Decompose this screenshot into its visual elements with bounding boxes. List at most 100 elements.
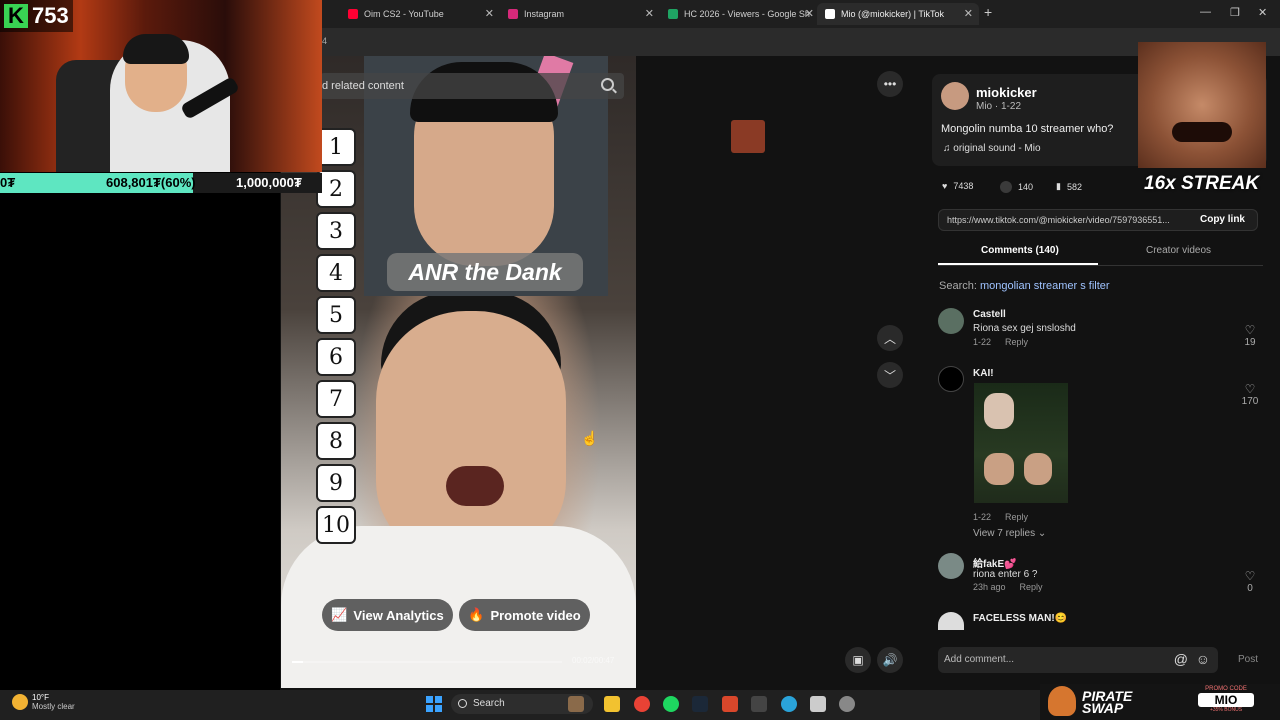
telegram-icon[interactable] xyxy=(781,696,797,712)
app-icon[interactable] xyxy=(751,696,767,712)
streak-overlay: 16x STREAK xyxy=(1144,173,1260,194)
temperature: 10°F xyxy=(32,693,49,702)
promote-video-button[interactable]: 🔥 Promote video xyxy=(459,599,590,631)
comment-button[interactable]: 140 xyxy=(1000,181,1033,193)
game-icon[interactable] xyxy=(568,696,584,712)
comment-author[interactable]: Castell xyxy=(973,309,1006,320)
goal-target: 1,000,000₮ xyxy=(236,175,302,190)
mention-icon[interactable]: @ xyxy=(1174,651,1188,667)
promo-label: PROMO CODE xyxy=(1205,686,1247,692)
address-bar[interactable]: 4 xyxy=(320,28,1280,56)
close-icon[interactable]: ✕ xyxy=(645,7,654,20)
file-explorer-icon[interactable] xyxy=(604,696,620,712)
weather-text: 10°F Mostly clear xyxy=(32,693,75,711)
mini-player-icon[interactable]: ▣ xyxy=(845,647,871,673)
chevron-down-icon[interactable]: ﹀ xyxy=(877,362,903,388)
avatar[interactable] xyxy=(941,82,969,110)
video-progress-bar[interactable] xyxy=(292,661,562,663)
rank-box: 2 xyxy=(316,170,356,208)
image-content xyxy=(984,393,1014,429)
copy-link-button[interactable]: Copy link xyxy=(1200,214,1245,225)
comment-search-suggestion[interactable]: Search: mongolian streamer s filter xyxy=(939,280,1110,292)
rank-box: 1 xyxy=(316,128,356,166)
comment-date: 1-22 xyxy=(973,512,992,522)
close-icon[interactable]: ✕ xyxy=(485,7,494,20)
search-label: Search: xyxy=(939,280,977,292)
comment-text: Riona sex gej snsloshd xyxy=(973,323,1076,334)
more-options-icon[interactable]: ••• xyxy=(877,71,903,97)
tab-youtube[interactable]: Oim CS2 - YouTube ✕ xyxy=(340,3,500,25)
comment-author[interactable]: FACELESS MAN!😊 xyxy=(973,613,1067,624)
heart-outline-icon: ♡ xyxy=(1244,323,1256,337)
image-content xyxy=(984,453,1014,485)
kick-logo-icon: K xyxy=(4,3,28,28)
comment-meta: 1-22 Reply xyxy=(973,337,1028,347)
view-replies-button[interactable]: View 7 replies ⌄ xyxy=(973,528,1046,539)
sponsor-banner: PIRATE SWAP PROMO CODE MIO +35% BONUS xyxy=(1040,684,1280,720)
viewer-count-badge: K 753 xyxy=(0,0,73,32)
like-button[interactable]: ♥ 7438 xyxy=(942,181,973,191)
comment-like[interactable]: ♡ 170 xyxy=(1240,382,1260,407)
comment-meta: 23h ago Reply xyxy=(973,582,1043,592)
new-tab-button[interactable]: + xyxy=(984,4,992,20)
avatar[interactable] xyxy=(938,366,964,392)
emoji-icon[interactable]: ☺ xyxy=(1196,651,1210,667)
windows-start-icon[interactable] xyxy=(426,696,442,712)
username[interactable]: miokicker xyxy=(976,85,1037,100)
reply-button[interactable]: Reply xyxy=(1020,582,1043,592)
view-analytics-button[interactable]: 📈 View Analytics xyxy=(322,599,453,631)
comment-like[interactable]: ♡ 19 xyxy=(1240,323,1260,348)
minimize-icon[interactable]: — xyxy=(1200,6,1211,18)
weather-widget[interactable]: 10°F Mostly clear xyxy=(12,693,75,711)
rank-box: 10 xyxy=(316,506,356,544)
calculator-icon[interactable] xyxy=(810,696,826,712)
spotify-icon[interactable] xyxy=(663,696,679,712)
video-timecode: 00:02/00:47 xyxy=(572,656,615,665)
tab-google-sheets[interactable]: HC 2026 - Viewers - Google Sh ✕ xyxy=(660,3,820,25)
button-label: Promote video xyxy=(490,607,581,623)
heart-outline-icon: ♡ xyxy=(1244,382,1256,396)
settings-gear-icon[interactable] xyxy=(839,696,855,712)
weather-icon xyxy=(12,694,28,710)
tab-tiktok[interactable]: Mio (@miokicker) | TikTok ✕ xyxy=(817,3,979,25)
steam-icon[interactable] xyxy=(692,696,708,712)
chevron-up-icon[interactable]: ︿ xyxy=(877,325,903,351)
button-label: View Analytics xyxy=(353,607,444,623)
restore-icon[interactable]: ❐ xyxy=(1230,6,1240,19)
instagram-icon xyxy=(508,9,518,19)
post-button[interactable]: Post xyxy=(1238,654,1258,665)
comment-like[interactable]: ♡ 0 xyxy=(1240,569,1260,594)
music-note-icon: ♫ xyxy=(943,143,954,154)
comment-image[interactable] xyxy=(974,383,1068,503)
tab-comments[interactable]: Comments (140) xyxy=(981,245,1059,256)
close-window-icon[interactable]: ✕ xyxy=(1258,6,1267,19)
chrome-icon[interactable] xyxy=(634,696,650,712)
tab-label: HC 2026 - Viewers - Google Sh xyxy=(684,9,810,19)
divider xyxy=(938,265,1263,266)
close-icon[interactable]: ✕ xyxy=(964,7,973,20)
reply-button[interactable]: Reply xyxy=(1005,512,1028,522)
search-icon[interactable] xyxy=(601,78,614,91)
reply-button[interactable]: Reply xyxy=(1005,337,1028,347)
tab-instagram[interactable]: Instagram ✕ xyxy=(500,3,660,25)
comment-author[interactable]: 給fakE💕 xyxy=(973,555,1017,570)
sound-link[interactable]: ♫ original sound - Mio xyxy=(943,143,1041,154)
avatar[interactable] xyxy=(938,553,964,579)
analytics-icon: 📈 xyxy=(331,607,348,622)
save-button[interactable]: ▮ 582 xyxy=(1056,181,1082,192)
close-icon[interactable]: ✕ xyxy=(805,7,814,20)
tab-label: Oim CS2 - YouTube xyxy=(364,9,444,19)
comment-input[interactable]: Add comment... @ ☺ xyxy=(938,647,1218,673)
video-frame xyxy=(446,466,504,506)
volume-icon[interactable]: 🔊 xyxy=(877,647,903,673)
rank-box: 8 xyxy=(316,422,356,460)
rank-box: 3 xyxy=(316,212,356,250)
related-content-search[interactable]: d related content xyxy=(320,73,624,99)
brave-icon[interactable] xyxy=(722,696,738,712)
rank-box: 7 xyxy=(316,380,356,418)
comment-author[interactable]: KAI! xyxy=(973,368,994,379)
rank-box: 6 xyxy=(316,338,356,376)
goal-progress: 608,801₮(60%) xyxy=(106,175,196,190)
avatar[interactable] xyxy=(938,308,964,334)
tab-creator-videos[interactable]: Creator videos xyxy=(1146,245,1211,256)
